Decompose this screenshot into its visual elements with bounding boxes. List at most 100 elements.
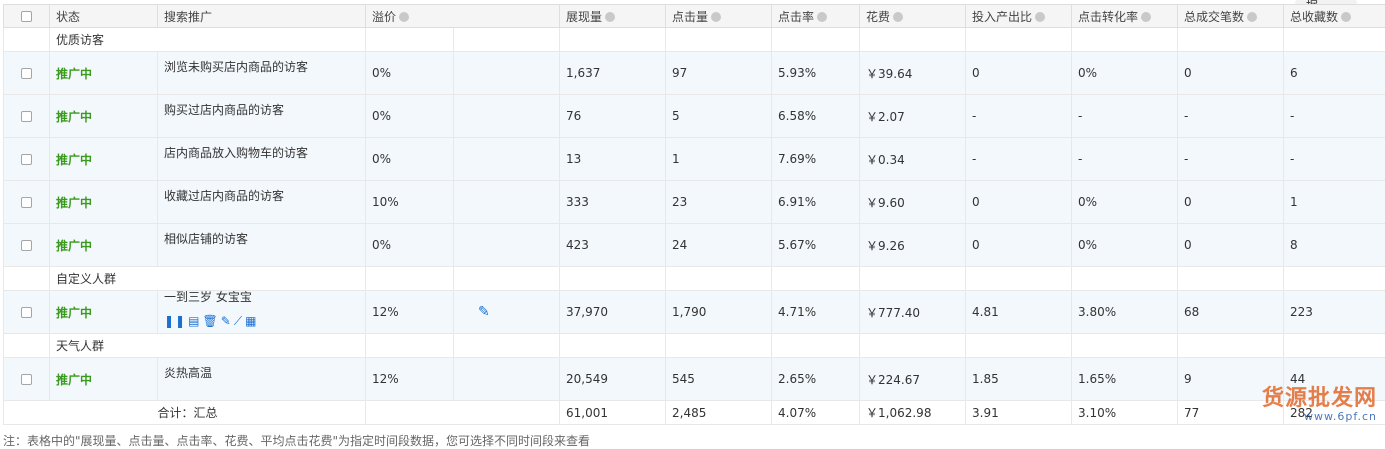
deals-cell: 68: [1178, 291, 1284, 334]
header-premium[interactable]: 溢价: [366, 5, 560, 28]
header-ctr[interactable]: 点击率: [772, 5, 860, 28]
ctr-cell: 7.69%: [772, 138, 860, 181]
trash-icon[interactable]: 🗑: [202, 314, 218, 328]
premium-edit-cell[interactable]: [454, 181, 560, 224]
premium-edit-cell[interactable]: ✎: [454, 291, 560, 334]
edit-icon[interactable]: ✎: [221, 314, 232, 328]
clicks-cell: 545: [666, 358, 772, 401]
table-row[interactable]: 推广中店内商品放入购物车的访客0%1317.69%￥0.34-----: [4, 138, 1385, 181]
premium-edit-cell[interactable]: [454, 358, 560, 401]
group-spacer: [4, 267, 50, 291]
row-checkbox[interactable]: [21, 154, 32, 165]
favorites-cell: 6: [1284, 52, 1385, 95]
total-clicks-cell: 2,485: [666, 401, 772, 425]
group-empty-cell: [1178, 28, 1284, 52]
cost-cell: ￥2.07: [860, 95, 966, 138]
clicks-cell: 24: [666, 224, 772, 267]
row-select-cell[interactable]: [4, 95, 50, 138]
help-icon[interactable]: [1247, 12, 1257, 22]
impressions-cell: 423: [560, 224, 666, 267]
group-empty-cell: [1072, 28, 1178, 52]
group-empty-cell: [1284, 28, 1385, 52]
roi-cell: 0: [966, 181, 1072, 224]
clipboard-icon[interactable]: ▤: [188, 314, 200, 328]
group-header-row: 自定义人群: [4, 267, 1385, 291]
cvr-cell: 0%: [1072, 52, 1178, 95]
favorites-cell: -: [1284, 138, 1385, 181]
premium-edit-cell[interactable]: [454, 138, 560, 181]
row-select-cell[interactable]: [4, 358, 50, 401]
pause-icon[interactable]: ❚❚: [164, 314, 186, 328]
table-row[interactable]: 推广中炎热高温12%20,5495452.65%￥224.671.851.65%…: [4, 358, 1385, 401]
total-roi-cell: 3.91: [966, 401, 1072, 425]
help-icon[interactable]: [893, 12, 903, 22]
clicks-cell: 23: [666, 181, 772, 224]
row-select-cell[interactable]: [4, 224, 50, 267]
total-row: 合计：汇总61,0012,4854.07%￥1,062.983.913.10%7…: [4, 401, 1385, 425]
keyword-cell: 店内商品放入购物车的访客: [158, 138, 366, 181]
header-cvr[interactable]: 点击转化率: [1072, 5, 1178, 28]
row-checkbox[interactable]: [21, 240, 32, 251]
row-checkbox[interactable]: [21, 307, 32, 318]
header-cost[interactable]: 花费: [860, 5, 966, 28]
status-cell: 推广中: [50, 95, 158, 138]
cvr-cell: 0%: [1072, 181, 1178, 224]
premium-cell: 0%: [366, 95, 454, 138]
group-empty-cell: [1178, 334, 1284, 358]
help-icon[interactable]: [711, 12, 721, 22]
group-empty-cell: [366, 267, 454, 291]
impressions-cell: 333: [560, 181, 666, 224]
group-empty-cell: [454, 334, 560, 358]
roi-cell: 4.81: [966, 291, 1072, 334]
row-checkbox[interactable]: [21, 197, 32, 208]
total-ctr-cell: 4.07%: [772, 401, 860, 425]
premium-edit-cell[interactable]: [454, 224, 560, 267]
header-impressions[interactable]: 展现量: [560, 5, 666, 28]
roi-cell: 0: [966, 224, 1072, 267]
status-badge: 推广中: [56, 239, 92, 253]
premium-edit-cell[interactable]: [454, 52, 560, 95]
group-empty-cell: [560, 28, 666, 52]
help-icon[interactable]: [1341, 12, 1351, 22]
row-checkbox[interactable]: [21, 374, 32, 385]
cost-cell: ￥39.64: [860, 52, 966, 95]
table-row[interactable]: 推广中相似店铺的访客0%423245.67%￥9.2600%08￥0.00: [4, 224, 1385, 267]
clicks-cell: 1,790: [666, 291, 772, 334]
status-badge: 推广中: [56, 306, 92, 320]
table-header-row: 状态 搜索推广 溢价 展现量 点击量 点击率 花费 投入产出比 点击转化率 总成…: [4, 5, 1385, 28]
edit-premium-icon[interactable]: ✎: [460, 304, 490, 320]
table-row[interactable]: 推广中收藏过店内商品的访客10%333236.91%￥9.6000%01￥0.0…: [4, 181, 1385, 224]
help-icon[interactable]: [817, 12, 827, 22]
row-select-cell[interactable]: [4, 138, 50, 181]
help-icon[interactable]: [399, 12, 409, 22]
impressions-cell: 37,970: [560, 291, 666, 334]
total-premium-cell: [366, 401, 560, 425]
premium-edit-cell[interactable]: [454, 95, 560, 138]
header-clicks[interactable]: 点击量: [666, 5, 772, 28]
row-select-cell[interactable]: [4, 181, 50, 224]
report-icon[interactable]: ▦: [245, 314, 257, 328]
group-empty-cell: [560, 267, 666, 291]
header-deals[interactable]: 总成交笔数: [1178, 5, 1284, 28]
group-empty-cell: [772, 28, 860, 52]
help-icon[interactable]: [1141, 12, 1151, 22]
row-select-cell[interactable]: [4, 291, 50, 334]
select-all-checkbox[interactable]: [21, 11, 32, 22]
chart-icon[interactable]: ⟋: [234, 314, 243, 329]
table-row[interactable]: 推广中一到三岁 女宝宝❚❚▤🗑✎⟋▦12%✎37,9701,7904.71%￥7…: [4, 291, 1385, 334]
cost-cell: ￥0.34: [860, 138, 966, 181]
row-checkbox[interactable]: [21, 111, 32, 122]
help-icon[interactable]: [605, 12, 615, 22]
help-icon[interactable]: [1035, 12, 1045, 22]
select-all-cell[interactable]: [4, 5, 50, 28]
header-favorites[interactable]: 总收藏数: [1284, 5, 1385, 28]
table-row[interactable]: 推广中浏览未购买店内商品的访客0%1,637975.93%￥39.6400%06…: [4, 52, 1385, 95]
roi-cell: -: [966, 95, 1072, 138]
premium-cell: 12%: [366, 358, 454, 401]
table-row[interactable]: 推广中购买过店内商品的访客0%7656.58%￥2.07-----: [4, 95, 1385, 138]
row-checkbox[interactable]: [21, 68, 32, 79]
row-select-cell[interactable]: [4, 52, 50, 95]
watermark-logo: 货源批发网www.6pf.cn: [1262, 380, 1377, 423]
header-roi[interactable]: 投入产出比: [966, 5, 1072, 28]
favorites-cell: 8: [1284, 224, 1385, 267]
